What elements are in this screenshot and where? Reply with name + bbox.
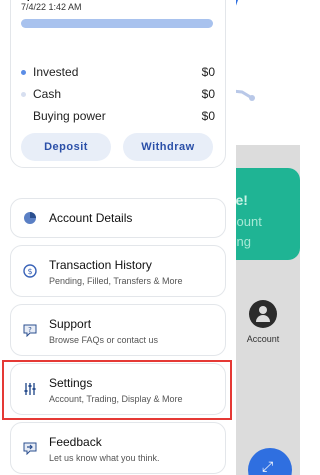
menu-item-title: Account Details (49, 211, 133, 225)
menu-item-transaction-history[interactable]: $ Transaction History Pending, Filled, T… (10, 245, 226, 297)
dollar-circle-icon: $ (23, 264, 37, 278)
menu-item-subtitle: Browse FAQs or contact us (49, 335, 159, 345)
invested-dot-icon (21, 70, 26, 75)
menu-item-title: Feedback (49, 435, 102, 449)
menu-item-subtitle: Pending, Filled, Transfers & More (49, 276, 183, 286)
expand-arrows-icon: ⤢ (262, 458, 274, 474)
account-icon (249, 300, 277, 328)
svg-text:?: ? (28, 326, 32, 334)
menu-item-support[interactable]: ? Support Browse FAQs or contact us (10, 304, 226, 356)
menu-item-title: Transaction History (49, 258, 152, 272)
background-account-tab: Account (238, 300, 288, 344)
help-bubble-icon: ? (23, 324, 37, 337)
invested-value: $0 (201, 65, 215, 79)
menu-item-feedback[interactable]: Feedback Let us know what you think. (10, 422, 226, 474)
selection-highlight (2, 360, 232, 420)
buying-power-value: $0 (201, 109, 215, 123)
buying-power-label: Buying power (33, 109, 106, 123)
background-account-label: Account (246, 334, 280, 344)
deposit-button[interactable]: Deposit (21, 133, 111, 161)
balance-timestamp: 7/4/22 1:42 AM (21, 2, 82, 12)
balance-card: $0 i 7/4/22 1:42 AM Invested $0 Cash $0 … (10, 0, 226, 168)
withdraw-button[interactable]: Withdraw (123, 133, 213, 161)
pie-chart-icon (24, 212, 36, 224)
svg-text:$: $ (27, 267, 32, 276)
menu-item-account-details[interactable]: Account Details (10, 198, 226, 238)
cash-dot-icon (21, 92, 26, 97)
menu-item-subtitle: Let us know what you think. (49, 453, 160, 463)
side-drawer: $0 i 7/4/22 1:42 AM Invested $0 Cash $0 … (0, 0, 236, 475)
feedback-arrow-icon (23, 442, 37, 455)
balance-progress-bar (21, 19, 213, 28)
invested-label: Invested (33, 65, 79, 79)
menu-item-title: Support (49, 317, 92, 331)
cash-value: $0 (201, 87, 215, 101)
cash-label: Cash (33, 87, 62, 101)
